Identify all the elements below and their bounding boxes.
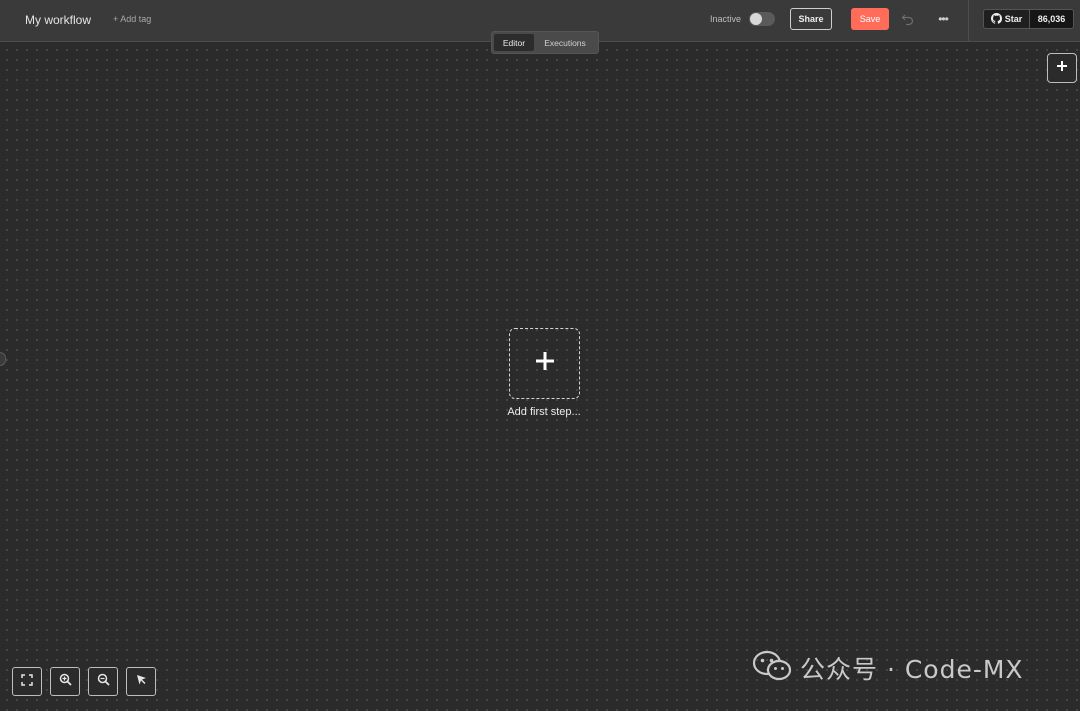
fit-view-icon <box>21 673 33 691</box>
zoom-in-icon <box>59 673 72 691</box>
add-first-step-button[interactable] <box>509 328 580 399</box>
zoom-out-icon <box>97 673 110 691</box>
zoom-out-button[interactable] <box>88 667 118 696</box>
plus-icon <box>1056 59 1068 77</box>
workflow-name[interactable]: My workflow <box>25 13 91 27</box>
watermark-text: 公众号 · Code-MX <box>800 655 1024 684</box>
active-status-label: Inactive <box>710 14 742 24</box>
editor-tabs: Editor Executions <box>491 31 599 54</box>
more-options-icon[interactable]: ••• <box>935 12 951 26</box>
plus-icon <box>535 351 555 376</box>
tab-editor[interactable]: Editor <box>494 34 534 51</box>
watermark: 公众号 · Code-MX <box>752 650 1024 686</box>
share-button[interactable]: Share <box>790 8 832 30</box>
add-tag-link[interactable]: + Add tag <box>113 14 151 24</box>
github-icon <box>990 12 1002 26</box>
github-star-count[interactable]: 86,036 <box>1029 10 1073 28</box>
undo-icon[interactable] <box>901 12 915 26</box>
n8n-workflow-editor: My workflow + Add tag Inactive Share Sav… <box>0 0 1080 711</box>
wechat-icon <box>752 649 792 688</box>
active-toggle[interactable] <box>749 12 775 26</box>
save-button[interactable]: Save <box>851 8 889 30</box>
add-first-step-label[interactable]: Add first step... <box>494 406 594 418</box>
zoom-in-button[interactable] <box>50 667 80 696</box>
toggle-knob <box>750 13 762 25</box>
github-star-badge[interactable]: Star 86,036 <box>983 9 1074 29</box>
cursor-mode-button[interactable] <box>126 667 156 696</box>
fit-view-button[interactable] <box>12 667 42 696</box>
cursor-icon <box>135 673 148 691</box>
github-star-label: Star <box>1004 14 1023 24</box>
github-star-button[interactable]: Star <box>984 10 1029 28</box>
tab-executions[interactable]: Executions <box>534 34 596 51</box>
open-nodes-panel-button[interactable] <box>1047 53 1077 83</box>
header-divider <box>968 0 969 42</box>
